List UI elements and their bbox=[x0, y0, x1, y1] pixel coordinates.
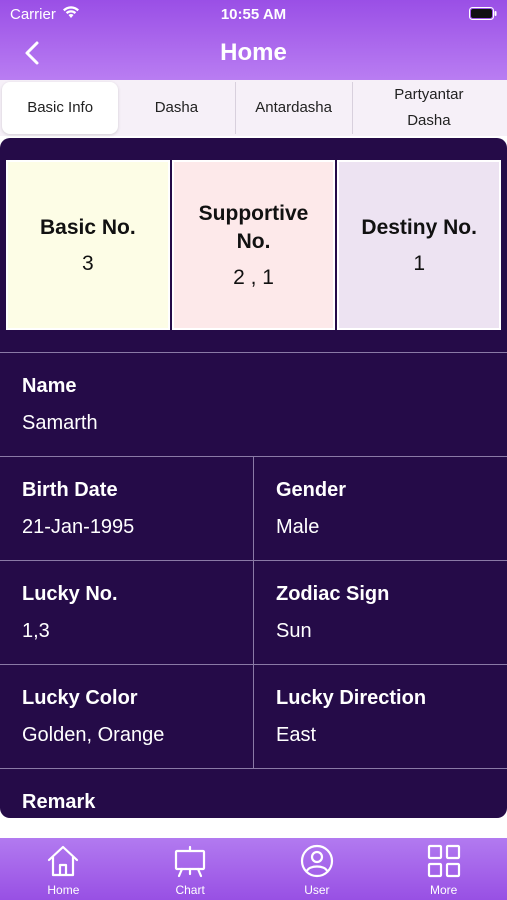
tab-dasha[interactable]: Dasha bbox=[118, 82, 236, 134]
destiny-number-card: Destiny No. 1 bbox=[337, 160, 502, 330]
name-label: Name bbox=[22, 375, 77, 397]
basic-number-value: 3 bbox=[81, 252, 94, 275]
lucky-number-cell: Lucky No. 1,3 bbox=[0, 561, 253, 664]
lucky-color-cell: Lucky Color Golden, Orange bbox=[0, 665, 253, 768]
remark-cell: Remark bbox=[0, 769, 507, 818]
gender-cell: Gender Male bbox=[253, 457, 507, 560]
birth-date-value: 21-Jan-1995 bbox=[22, 516, 135, 538]
grid-icon bbox=[427, 844, 460, 878]
status-bar: Carrier 10:55 AM bbox=[0, 0, 507, 28]
detail-row: Remark bbox=[0, 768, 507, 818]
chart-board-icon bbox=[175, 845, 206, 878]
bottom-tab-bar: Home Chart User More bbox=[0, 838, 507, 900]
segment-tabs: Basic Info Dasha Antardasha Partyantar D… bbox=[0, 80, 507, 136]
bottom-tab-home[interactable]: Home bbox=[0, 838, 127, 900]
detail-row: Name Samarth bbox=[0, 352, 507, 456]
bottom-tab-user[interactable]: User bbox=[254, 838, 381, 900]
gender-label: Gender bbox=[276, 479, 347, 501]
lucky-color-value: Golden, Orange bbox=[22, 724, 165, 746]
bottom-tab-label: Home bbox=[47, 883, 80, 897]
supportive-number-title: Supportive No. bbox=[198, 202, 309, 253]
detail-row: Lucky Color Golden, Orange Lucky Directi… bbox=[0, 664, 507, 768]
zodiac-sign-label: Zodiac Sign bbox=[276, 583, 390, 605]
name-value: Samarth bbox=[22, 412, 98, 434]
bottom-tab-label: Chart bbox=[175, 883, 205, 897]
lucky-number-label: Lucky No. bbox=[22, 583, 118, 605]
home-icon bbox=[48, 845, 79, 877]
zodiac-sign-value: Sun bbox=[276, 620, 312, 642]
birth-date-cell: Birth Date 21-Jan-1995 bbox=[0, 457, 253, 560]
lucky-direction-value: East bbox=[276, 724, 317, 746]
bottom-tab-label: User bbox=[304, 883, 330, 897]
user-icon bbox=[300, 844, 333, 878]
zodiac-sign-cell: Zodiac Sign Sun bbox=[253, 561, 507, 664]
name-cell: Name Samarth bbox=[0, 353, 507, 456]
bottom-tab-label: More bbox=[429, 883, 458, 897]
basic-number-card: Basic No. 3 bbox=[6, 160, 170, 330]
status-time: 10:55 AM bbox=[220, 6, 287, 23]
number-cards: Basic No. 3 Supportive No. 2 , 1 Destiny… bbox=[6, 160, 502, 330]
destiny-number-value: 1 bbox=[413, 252, 426, 275]
bottom-tab-more[interactable]: More bbox=[380, 838, 507, 900]
lucky-color-label: Lucky Color bbox=[22, 687, 138, 709]
nav-bar: Home bbox=[0, 30, 507, 76]
lucky-number-value: 1,3 bbox=[22, 620, 50, 642]
header: Carrier 10:55 AM Home bbox=[0, 0, 507, 80]
remark-label: Remark bbox=[22, 791, 96, 813]
detail-row: Birth Date 21-Jan-1995 Gender Male bbox=[0, 456, 507, 560]
tab-antardasha[interactable]: Antardasha bbox=[236, 82, 353, 134]
supportive-number-card: Supportive No. 2 , 1 bbox=[171, 160, 336, 330]
details-grid: Name Samarth Birth Date 21-Jan-1995 Gend… bbox=[0, 352, 507, 818]
basic-number-title: Basic No. bbox=[39, 216, 136, 239]
lucky-direction-label: Lucky Direction bbox=[276, 687, 427, 709]
destiny-number-title: Destiny No. bbox=[361, 216, 477, 239]
lucky-direction-cell: Lucky Direction East bbox=[253, 665, 507, 768]
bottom-tab-chart[interactable]: Chart bbox=[127, 838, 254, 900]
tab-basic-info[interactable]: Basic Info bbox=[2, 82, 119, 134]
detail-row: Lucky No. 1,3 Zodiac Sign Sun bbox=[0, 560, 507, 664]
basic-info-panel: Basic No. 3 Supportive No. 2 , 1 Destiny… bbox=[0, 138, 507, 818]
birth-date-label: Birth Date bbox=[22, 479, 118, 501]
battery-icon bbox=[469, 7, 497, 20]
supportive-number-value: 2 , 1 bbox=[233, 266, 274, 289]
gender-value: Male bbox=[276, 516, 320, 538]
tab-partyantar-dasha[interactable]: Partyantar Dasha bbox=[353, 82, 505, 134]
page-title: Home bbox=[220, 39, 287, 66]
